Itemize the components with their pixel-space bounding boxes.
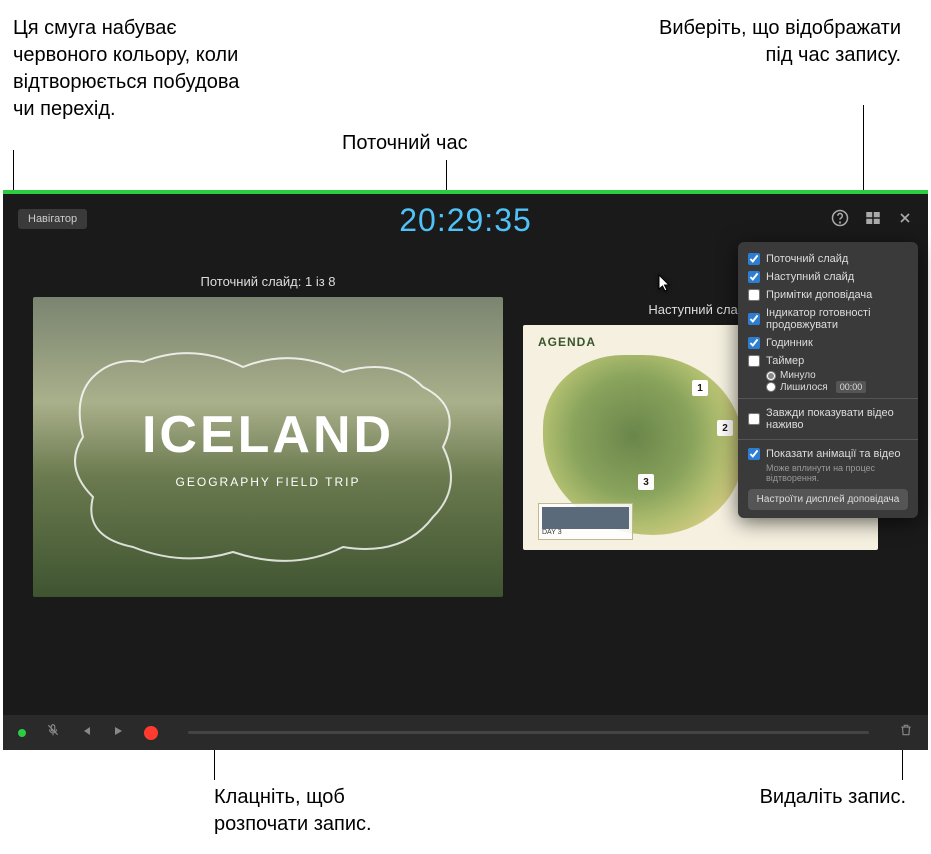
popover-divider-1 (738, 398, 918, 399)
opt-presenter-notes[interactable]: Примітки доповідача (748, 286, 908, 304)
remaining-time-value: 00:00 (836, 381, 867, 393)
opt-timer-label: Таймер (766, 355, 804, 367)
opt-anim-video-label: Показати анімації та відео (766, 448, 900, 460)
recording-bar (3, 715, 928, 750)
help-icon[interactable] (831, 209, 849, 232)
record-button[interactable] (144, 726, 158, 740)
opt-next-slide-label: Наступний слайд (766, 271, 854, 283)
callout-bar-line (13, 150, 14, 193)
iceland-outline (33, 297, 503, 597)
map-marker-1: 1 (692, 380, 708, 396)
presenter-window: Навігатор 20:29:35 Поточний слайд Наступ… (3, 190, 928, 750)
display-settings-popover: Поточний слайд Наступний слайд Примітки … (738, 242, 918, 518)
current-slide-label: Поточний слайд: 1 із 8 (33, 274, 503, 289)
opt-live-video-label: Завжди показувати відео наживо (766, 407, 908, 431)
opt-presenter-notes-label: Примітки доповідача (766, 289, 872, 301)
opt-anim-video[interactable]: Показати анімації та відео (748, 445, 908, 463)
opt-current-slide-label: Поточний слайд (766, 253, 848, 265)
close-icon[interactable] (897, 210, 913, 231)
map-marker-2: 2 (717, 420, 733, 436)
opt-next-slide[interactable]: Наступний слайд (748, 268, 908, 286)
opt-ready-indicator-label: Індикатор готовності продовжувати (766, 307, 908, 331)
callout-bar-text: Ця смуга набуває червоного кольору, коли… (13, 15, 243, 123)
callout-settings-text: Виберіть, що відображати під час запису. (641, 15, 901, 69)
checkbox-anim-video[interactable] (748, 448, 760, 460)
play-icon[interactable] (112, 724, 124, 742)
current-time: 20:29:35 (399, 202, 532, 239)
configure-display-button[interactable]: Настроїти дисплей доповідача (748, 489, 908, 510)
callout-record-line (214, 745, 215, 780)
day3-card: DAY 3 (538, 503, 633, 540)
opt-timer-remaining[interactable]: Лишилося 00:00 (748, 381, 908, 393)
mic-icon[interactable] (46, 723, 60, 742)
top-bar: Навігатор 20:29:35 (3, 194, 928, 244)
day3-label: DAY 3 (542, 529, 629, 536)
opt-current-slide[interactable]: Поточний слайд (748, 250, 908, 268)
opt-timer[interactable]: Таймер (748, 352, 908, 370)
layout-settings-icon[interactable] (864, 209, 882, 232)
checkbox-clock[interactable] (748, 337, 760, 349)
opt-live-video[interactable]: Завжди показувати відео наживо (748, 404, 908, 434)
current-slide-column: Поточний слайд: 1 із 8 ICELAND GEOGRAPHY… (33, 274, 503, 597)
status-dot (18, 729, 26, 737)
checkbox-next-slide[interactable] (748, 271, 760, 283)
radio-elapsed[interactable] (766, 371, 776, 381)
callout-delete-line (902, 745, 903, 780)
checkbox-current-slide[interactable] (748, 253, 760, 265)
trash-icon[interactable] (899, 723, 913, 742)
opt-clock-label: Годинник (766, 337, 813, 349)
agenda-heading: AGENDA (538, 335, 596, 349)
checkbox-presenter-notes[interactable] (748, 289, 760, 301)
navigator-button[interactable]: Навігатор (18, 209, 87, 229)
radio-remaining[interactable] (766, 382, 776, 392)
scrubber[interactable] (188, 731, 869, 734)
callout-record-text: Клацніть, щоб розпочати запис. (214, 784, 434, 838)
current-slide-thumb[interactable]: ICELAND GEOGRAPHY FIELD TRIP (33, 297, 503, 597)
opt-timer-elapsed[interactable]: Минуло (748, 370, 908, 381)
callout-delete-text: Видаліть запис. (760, 784, 906, 811)
popover-note: Може вплинути на процес відтворення. (748, 463, 908, 483)
popover-divider-2 (738, 439, 918, 440)
checkbox-live-video[interactable] (748, 413, 760, 425)
checkbox-ready-indicator[interactable] (748, 313, 760, 325)
checkbox-timer[interactable] (748, 355, 760, 367)
opt-remaining-label: Лишилося (780, 382, 828, 393)
callout-settings-line (863, 105, 864, 202)
opt-clock[interactable]: Годинник (748, 334, 908, 352)
map-marker-3: 3 (638, 474, 654, 490)
callout-time-text: Поточний час (342, 130, 468, 157)
mouse-cursor (658, 274, 672, 299)
opt-ready-indicator[interactable]: Індикатор готовності продовжувати (748, 304, 908, 334)
opt-elapsed-label: Минуло (780, 370, 816, 381)
prev-icon[interactable] (80, 724, 92, 742)
